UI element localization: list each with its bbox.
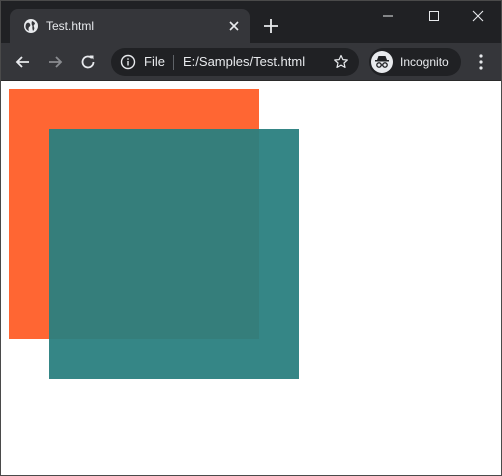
incognito-label: Incognito	[400, 55, 449, 69]
incognito-profile-button[interactable]: Incognito	[369, 48, 461, 76]
tab-strip: Test.html	[1, 1, 501, 43]
tab-active[interactable]: Test.html	[10, 9, 250, 43]
omnibox-separator	[173, 55, 174, 70]
url-scheme-label: File	[144, 54, 165, 69]
reload-icon[interactable]	[78, 52, 98, 72]
browser-window: Test.html File E:/Samples/Test.html Inco…	[0, 0, 502, 476]
minimize-icon	[383, 15, 393, 17]
page-content	[1, 81, 501, 475]
address-bar[interactable]: File E:/Samples/Test.html	[111, 48, 359, 76]
toolbar: File E:/Samples/Test.html Incognito	[1, 43, 501, 81]
close-icon	[472, 10, 484, 22]
more-menu-icon[interactable]	[473, 53, 489, 71]
tab-title: Test.html	[46, 19, 95, 33]
maximize-button[interactable]	[411, 5, 457, 27]
incognito-icon	[371, 51, 393, 73]
teal-square	[49, 129, 299, 379]
maximize-icon	[429, 11, 439, 21]
globe-icon	[24, 19, 38, 33]
tab-close-icon[interactable]	[226, 18, 242, 34]
back-arrow-icon[interactable]	[13, 52, 33, 72]
minimize-button[interactable]	[365, 5, 411, 27]
forward-arrow-icon[interactable]	[45, 52, 65, 72]
star-icon[interactable]	[333, 54, 349, 70]
new-tab-icon[interactable]	[262, 17, 280, 35]
info-icon[interactable]	[120, 54, 136, 70]
close-window-button[interactable]	[455, 5, 501, 27]
url-text[interactable]: E:/Samples/Test.html	[183, 55, 305, 69]
